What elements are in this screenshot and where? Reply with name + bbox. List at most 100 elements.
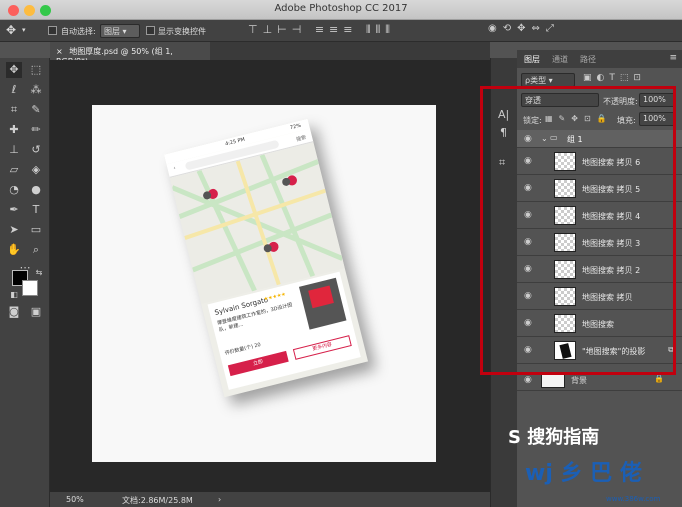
layer-name: 组 1 [567, 135, 583, 144]
document-canvas[interactable]: 4:25 PM 72% ‹ 搜索 Sylvain Sorgato ★★★★★ 摩… [92, 105, 436, 462]
blend-row: 穿透 不透明度: 100% [517, 92, 682, 109]
zoom-level[interactable]: 50% [66, 495, 84, 504]
blur-tool-icon[interactable]: ◔ [6, 182, 22, 198]
lock-icons[interactable]: ▦✎✥⊡🔒 [545, 114, 613, 123]
3d-mode-icons[interactable]: ◉⟲✥⇔⤢ [488, 23, 560, 34]
opacity-value: 100% [643, 95, 666, 104]
auto-select-label: 自动选择: [61, 27, 96, 36]
pen-tool-icon[interactable]: ✒ [6, 202, 22, 218]
tab-channels[interactable]: 通道 [552, 54, 568, 65]
show-transform-checkbox[interactable] [146, 26, 155, 35]
layer-name: 地图搜索 拷贝 [582, 293, 633, 302]
align-icons[interactable]: ⊤⊥⊢⊣ ≡≡≡ ⫴⫴⫴ [248, 23, 395, 37]
move-tool-icon[interactable]: ✥ [6, 62, 22, 78]
background-color-swatch[interactable] [22, 280, 38, 296]
toolbox: ✥ ⬚ ℓ ⁂ ⌗ ✎ ✚ ✏ ⊥ ↺ ▱ ◈ ◔ ● ✒ T ➤ ▭ ✋ ⌕ … [0, 58, 50, 507]
auto-select-dropdown[interactable]: 图层 ▾ [100, 24, 140, 38]
character-panel-icon[interactable]: A| [498, 108, 509, 121]
close-tab-icon[interactable]: × [56, 47, 63, 56]
layer-thumbnail [554, 314, 576, 333]
eraser-tool-icon[interactable]: ▱ [6, 162, 22, 178]
layer-row[interactable]: ◉ 地图搜索 拷贝 6 [517, 148, 682, 175]
lock-row: 锁定: ▦✎✥⊡🔒 填充: 100% [517, 112, 682, 128]
hand-tool-icon[interactable]: ✋ [6, 242, 22, 258]
magic-wand-tool-icon[interactable]: ⁂ [28, 82, 44, 98]
layer-row-background[interactable]: ◉ 背景 🔒 [517, 369, 682, 391]
layer-name: 地图搜索 [582, 320, 614, 329]
filter-kind-dropdown[interactable]: ρ类型 ▾ [521, 73, 575, 87]
filter-label: ρ类型 [525, 76, 547, 85]
layer-row[interactable]: ◉ 地图搜索 拷贝 5 [517, 175, 682, 202]
crop-panel-icon[interactable]: ⌗ [499, 156, 505, 170]
group-expand-icon[interactable]: ⌄ [541, 134, 548, 143]
history-brush-tool-icon[interactable]: ↺ [28, 142, 44, 158]
tab-paths[interactable]: 路径 [580, 54, 596, 65]
visibility-eye-icon[interactable]: ◉ [524, 183, 532, 193]
layer-name: 地图搜索 拷贝 4 [582, 212, 641, 221]
document-tab[interactable]: × 地图厚度.psd @ 50% (组 1, RGB/8*) [50, 42, 210, 66]
swap-colors-icon[interactable]: ⇆ [31, 265, 47, 281]
fill-field[interactable]: 100% [639, 112, 675, 126]
options-bar: ✥ ▾ 自动选择: 图层 ▾ 显示变换控件 ⊤⊥⊢⊣ ≡≡≡ ⫴⫴⫴ ◉⟲✥⇔⤢ [0, 20, 682, 42]
opacity-label: 不透明度: [603, 97, 638, 106]
window-title: Adobe Photoshop CC 2017 [274, 3, 408, 14]
paint-bucket-tool-icon[interactable]: ◈ [28, 162, 44, 178]
path-selection-tool-icon[interactable]: ➤ [6, 222, 22, 238]
visibility-eye-icon[interactable]: ◉ [524, 264, 532, 274]
screen-mode-icon[interactable]: ▣ [28, 304, 44, 320]
layer-thumbnail [554, 233, 576, 252]
paragraph-panel-icon[interactable]: ¶ [500, 126, 507, 139]
visibility-eye-icon[interactable]: ◉ [524, 237, 532, 247]
layer-row[interactable]: ◉ 地图搜索 拷贝 3 [517, 229, 682, 256]
visibility-eye-icon[interactable]: ◉ [524, 291, 532, 301]
visibility-eye-icon[interactable]: ◉ [524, 345, 532, 355]
rectangle-tool-icon[interactable]: ▭ [28, 222, 44, 238]
auto-select-value: 图层 [104, 27, 120, 36]
blend-mode-dropdown[interactable]: 穿透 [521, 93, 599, 107]
lock-label: 锁定: [523, 116, 542, 125]
eyedropper-tool-icon[interactable]: ✎ [28, 102, 44, 118]
crop-tool-icon[interactable]: ⌗ [6, 102, 22, 118]
clone-stamp-tool-icon[interactable]: ⊥ [6, 142, 22, 158]
layer-row-shadow[interactable]: ◉ "地图搜索"的投影 ⧉ [517, 337, 682, 364]
visibility-eye-icon[interactable]: ◉ [524, 134, 532, 144]
show-transform-label: 显示变换控件 [158, 27, 206, 36]
watermark-logo: wj 乡 巴 佬 [525, 461, 642, 486]
lasso-tool-icon[interactable]: ℓ [6, 82, 22, 98]
panel-menu-icon[interactable]: ≡ [669, 53, 677, 63]
auto-select-checkbox[interactable] [48, 26, 57, 35]
card-stars: ★★★★★ [263, 291, 287, 303]
dodge-tool-icon[interactable]: ● [28, 182, 44, 198]
visibility-eye-icon[interactable]: ◉ [524, 210, 532, 220]
visibility-eye-icon[interactable]: ◉ [524, 318, 532, 328]
title-bar: Adobe Photoshop CC 2017 [0, 0, 682, 20]
tab-layers[interactable]: 图层 [524, 54, 540, 65]
visibility-eye-icon[interactable]: ◉ [524, 156, 532, 166]
status-menu-arrow-icon[interactable]: › [218, 495, 221, 504]
layer-row[interactable]: ◉ 地图搜索 拷贝 4 [517, 202, 682, 229]
layer-name: "地图搜索"的投影 [582, 347, 646, 356]
quick-mask-icon[interactable]: ◙ [6, 304, 22, 320]
opacity-field[interactable]: 100% [639, 93, 675, 107]
card-primary-button: 立即 [227, 350, 289, 377]
layer-row[interactable]: ◉ 地图搜索 [517, 310, 682, 337]
type-tool-icon[interactable]: T [28, 202, 44, 218]
visibility-eye-icon[interactable]: ◉ [524, 375, 532, 385]
fill-label: 填充: [617, 116, 636, 125]
layer-row[interactable]: ◉ 地图搜索 拷贝 2 [517, 256, 682, 283]
status-bar: 50% 文档:2.86M/25.8M › [50, 492, 490, 507]
layer-row[interactable]: ◉ 地图搜索 拷贝 [517, 283, 682, 310]
filter-icons[interactable]: ▣◐T⬚⊡ [583, 73, 646, 83]
layer-thumbnail [554, 287, 576, 306]
card-rating: 评价数量(个) 20 [224, 341, 262, 357]
tool-preset-dropdown[interactable]: ▾ [22, 26, 26, 34]
default-colors-icon[interactable]: ◧ [6, 287, 22, 303]
layer-name: 地图搜索 拷贝 3 [582, 239, 641, 248]
layer-row-group[interactable]: ◉ ⌄ ▭ 组 1 [517, 130, 682, 148]
marquee-tool-icon[interactable]: ⬚ [28, 62, 44, 78]
brush-tool-icon[interactable]: ✏ [28, 122, 44, 138]
healing-brush-tool-icon[interactable]: ✚ [6, 122, 22, 138]
move-tool-icon[interactable]: ✥ [6, 23, 16, 37]
back-icon: ‹ [172, 165, 177, 172]
zoom-tool-icon[interactable]: ⌕ [28, 242, 44, 258]
